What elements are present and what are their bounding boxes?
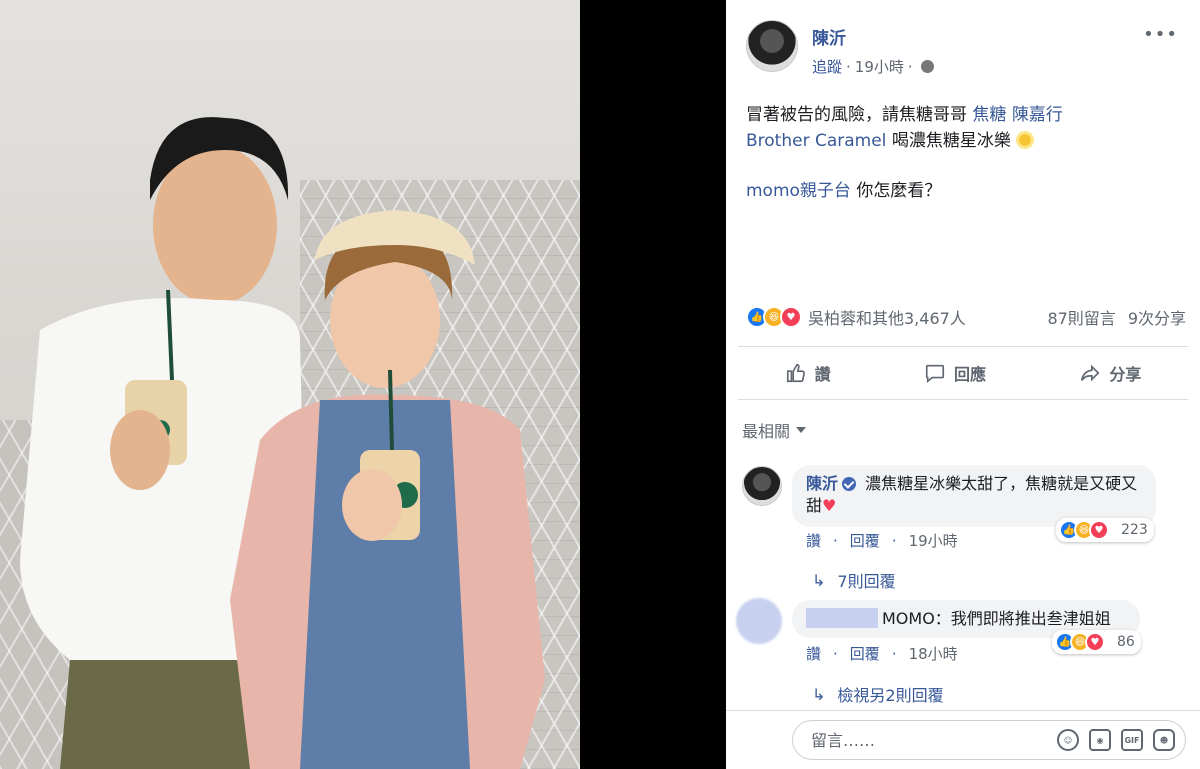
author-name[interactable]: 陳沂 bbox=[812, 24, 846, 49]
comment-avatar-blurred[interactable] bbox=[736, 598, 782, 644]
comment-input[interactable] bbox=[809, 729, 1057, 751]
love-reaction-icon: ♥ bbox=[780, 306, 802, 328]
heart-emoji-icon: ♥ bbox=[822, 496, 837, 515]
comment-like-link[interactable]: 讚 bbox=[806, 643, 821, 664]
dot: · bbox=[891, 531, 897, 550]
comment-reaction-icons: 👍 😆 ♥ bbox=[1055, 632, 1105, 652]
comment-label: 回應 bbox=[953, 365, 986, 384]
commenter-name[interactable]: MOMO bbox=[882, 609, 935, 628]
shares-count[interactable]: 9次分享 bbox=[1128, 305, 1186, 329]
share-button[interactable]: 分享 bbox=[1079, 361, 1141, 385]
author-avatar[interactable] bbox=[746, 20, 798, 72]
love-reaction-icon: ♥ bbox=[1085, 632, 1105, 652]
dot: · bbox=[891, 644, 897, 663]
post-text-2: 喝濃焦糖星冰樂 bbox=[891, 131, 1011, 151]
verified-badge-icon bbox=[842, 477, 857, 491]
commenter-name[interactable]: 陳沂 bbox=[806, 474, 838, 493]
divider bbox=[726, 710, 1200, 711]
post-text-1: 冒著被告的風險，請焦糖哥哥 bbox=[746, 105, 967, 125]
like-label: 讚 bbox=[814, 365, 831, 384]
post-line-2: Brother Caramel 喝濃焦糖星冰樂 bbox=[746, 128, 1186, 154]
post-meta: 追蹤 · 19小時 · bbox=[812, 56, 934, 77]
post-photo[interactable] bbox=[0, 0, 580, 769]
comment-bubble-icon bbox=[925, 364, 945, 383]
tag-brother-caramel[interactable]: Brother Caramel bbox=[746, 131, 886, 151]
emoji-icon[interactable]: ☺ bbox=[1057, 729, 1079, 751]
composer-icons: ☺ ◉ GIF ☻ bbox=[1057, 729, 1175, 751]
comment-reply-link[interactable]: 回覆 bbox=[850, 530, 880, 551]
more-options-icon[interactable]: ••• bbox=[1143, 24, 1178, 45]
comment-time[interactable]: 19小時 bbox=[909, 530, 958, 551]
love-reaction-icon: ♥ bbox=[1089, 520, 1109, 540]
comment-reaction-icons: 👍 😆 ♥ bbox=[1059, 520, 1109, 540]
meta-separator-2: · bbox=[907, 57, 913, 76]
comment-reaction-count: 223 bbox=[1121, 522, 1148, 538]
comment-composer[interactable]: ☺ ◉ GIF ☻ bbox=[792, 720, 1186, 760]
comment-avatar[interactable] bbox=[742, 466, 782, 506]
post-text-3: 你怎麼看？ bbox=[856, 181, 942, 201]
share-label: 分享 bbox=[1109, 365, 1142, 384]
replies-label: 7則回覆 bbox=[837, 572, 896, 591]
post-line-1: 冒著被告的風險，請焦糖哥哥 焦糖 陳嘉行 bbox=[746, 102, 1186, 128]
sticker-icon[interactable]: ☻ bbox=[1153, 729, 1175, 751]
comment-reactions[interactable]: 👍 😆 ♥ 86 bbox=[1052, 630, 1141, 654]
view-replies-link[interactable]: ↳ 7則回覆 bbox=[812, 568, 896, 592]
comment-text: 濃焦糖星冰樂太甜了，焦糖就是又硬又甜 bbox=[806, 474, 1138, 515]
counts-right: 87則留言 9次分享 bbox=[1047, 305, 1186, 329]
post-body: 冒著被告的風險，請焦糖哥哥 焦糖 陳嘉行 Brother Caramel 喝濃焦… bbox=[746, 102, 1186, 204]
sun-emoji-icon bbox=[1016, 131, 1035, 149]
post-line-3: momo親子台 你怎麼看？ bbox=[746, 178, 1186, 204]
comment-reaction-count: 86 bbox=[1117, 634, 1135, 650]
camera-icon[interactable]: ◉ bbox=[1089, 729, 1111, 751]
comment-reactions[interactable]: 👍 😆 ♥ 223 bbox=[1056, 518, 1154, 542]
reaction-summary: 👍 😆 ♥ 吳柏蓉和其他3,467人 87則留言 9次分享 bbox=[746, 302, 1186, 332]
comment-time[interactable]: 18小時 bbox=[909, 643, 958, 664]
dot: · bbox=[833, 531, 838, 550]
globe-icon bbox=[920, 60, 934, 73]
comments-count[interactable]: 87則留言 bbox=[1047, 305, 1115, 329]
tag-chen[interactable]: 陳嘉行 bbox=[1012, 105, 1063, 125]
comment-like-link[interactable]: 讚 bbox=[806, 530, 821, 551]
meta-separator: · bbox=[846, 57, 851, 76]
thumbs-up-icon bbox=[786, 363, 805, 383]
replies-label: 檢視另2則回覆 bbox=[837, 686, 944, 705]
comment-sort-dropdown[interactable]: 最相關 bbox=[742, 418, 807, 442]
comment-reply-link[interactable]: 回覆 bbox=[850, 643, 880, 664]
post-panel: 陳沂 追蹤 · 19小時 · ••• 冒著被告的風險，請焦糖哥哥 焦糖 陳嘉行 … bbox=[726, 0, 1200, 769]
post-actions: 讚 回應 分享 bbox=[738, 346, 1188, 400]
sort-label: 最相關 bbox=[742, 422, 791, 441]
reply-arrow-icon: ↳ bbox=[812, 570, 826, 590]
caret-down-icon bbox=[796, 427, 807, 433]
share-arrow-icon bbox=[1081, 364, 1100, 382]
comment-actions: 讚 · 回覆 · 19小時 bbox=[806, 530, 958, 551]
comment-button[interactable]: 回應 bbox=[924, 361, 986, 385]
comment-actions: 讚 · 回覆 · 18小時 bbox=[806, 643, 958, 664]
tag-momo[interactable]: momo親子台 bbox=[746, 181, 851, 201]
reply-arrow-icon: ↳ bbox=[812, 684, 826, 704]
comment-text: ：我們即將推出叁津姐姐 bbox=[934, 609, 1111, 628]
photo-people-illustration bbox=[20, 117, 545, 769]
gif-icon[interactable]: GIF bbox=[1121, 729, 1143, 751]
follow-link[interactable]: 追蹤 bbox=[812, 56, 842, 77]
like-button[interactable]: 讚 bbox=[785, 361, 831, 385]
reaction-icons[interactable]: 👍 😆 ♥ bbox=[746, 306, 802, 328]
tag-caramel[interactable]: 焦糖 bbox=[972, 105, 1006, 125]
reactions-count[interactable]: 吳柏蓉和其他3,467人 bbox=[808, 305, 966, 329]
dot: · bbox=[833, 644, 838, 663]
blurred-name bbox=[806, 608, 878, 628]
photo-viewer[interactable] bbox=[0, 0, 726, 769]
view-more-replies-link[interactable]: ↳ 檢視另2則回覆 bbox=[812, 682, 944, 706]
post-time[interactable]: 19小時 bbox=[855, 56, 904, 77]
